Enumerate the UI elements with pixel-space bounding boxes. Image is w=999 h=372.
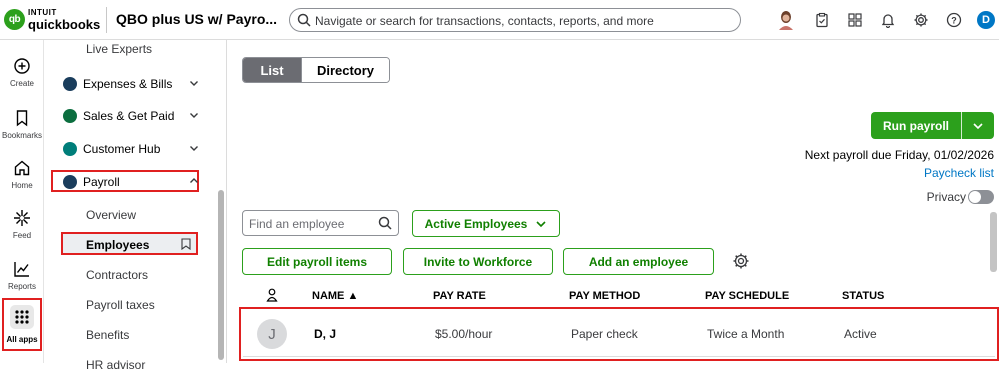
- nav-sales-get-paid[interactable]: Sales & Get Paid: [60, 106, 200, 126]
- person-icon: [266, 288, 278, 302]
- run-payroll-button[interactable]: Run payroll: [871, 112, 994, 139]
- nav-payroll-taxes[interactable]: Payroll taxes: [86, 298, 155, 312]
- side-nav: Live Experts Expenses & Bills Sales & Ge…: [45, 40, 227, 372]
- clipboard-icon[interactable]: [812, 10, 832, 30]
- employee-status: Active: [844, 327, 877, 341]
- main-content: List Directory Run payroll Next payroll …: [228, 40, 999, 363]
- run-payroll-dropdown[interactable]: [962, 112, 994, 139]
- customer-hub-icon: [63, 142, 77, 156]
- bookmark-icon[interactable]: [181, 238, 191, 250]
- employee-pay-rate: $5.00/hour: [435, 327, 493, 341]
- help-icon[interactable]: ?: [944, 10, 964, 30]
- privacy-label: Privacy: [926, 190, 966, 204]
- user-avatar[interactable]: D: [977, 11, 995, 29]
- company-name[interactable]: QBO plus US w/ Payro...: [116, 11, 277, 27]
- rail-reports-label: Reports: [7, 282, 36, 291]
- table-header: NAME ▲ PAY RATE PAY METHOD PAY SCHEDULE …: [242, 284, 996, 304]
- chevron-down-icon: [973, 122, 983, 129]
- sidenav-scrollbar[interactable]: [218, 190, 224, 360]
- tab-list[interactable]: List: [243, 58, 301, 82]
- search-icon: [297, 13, 311, 27]
- global-search[interactable]: Navigate or search for transactions, con…: [289, 8, 741, 32]
- find-employee-input[interactable]: Find an employee: [242, 210, 399, 236]
- quickbooks-logo[interactable]: qb INTUIT quickbooks: [4, 8, 108, 32]
- employee-pay-method: Paper check: [571, 327, 638, 341]
- dot-grid-icon: [15, 310, 29, 324]
- rail-bookmarks[interactable]: Bookmarks: [0, 108, 44, 140]
- employee-status-filter[interactable]: Active Employees: [412, 210, 560, 237]
- rail-home-label: Home: [11, 181, 33, 190]
- rail-all-apps-label: All apps: [6, 335, 38, 344]
- edit-payroll-items-button[interactable]: Edit payroll items: [242, 248, 392, 275]
- chevron-down-icon: [190, 146, 198, 151]
- paycheck-list-link[interactable]: Paycheck list: [924, 166, 994, 180]
- payroll-icon: [63, 175, 77, 189]
- find-employee-placeholder: Find an employee: [249, 217, 345, 231]
- gear-icon[interactable]: [911, 10, 931, 30]
- employee-row-highlight: J D, J $5.00/hour Paper check Twice a Mo…: [239, 307, 999, 361]
- employee-avatar: J: [257, 319, 287, 349]
- nav-employees[interactable]: Employees: [61, 232, 198, 255]
- nav-customer-hub[interactable]: Customer Hub: [60, 139, 200, 159]
- plus-circle-icon: [14, 58, 30, 74]
- nav-live-experts[interactable]: Live Experts: [86, 42, 152, 56]
- table-row[interactable]: J D, J $5.00/hour Paper check Twice a Mo…: [243, 311, 995, 357]
- rail-all-apps[interactable]: All apps: [2, 298, 42, 351]
- user-photo-icon[interactable]: [776, 10, 796, 30]
- employee-name[interactable]: D, J: [314, 327, 336, 341]
- gear-icon[interactable]: [732, 252, 750, 270]
- rail-feed-label: Feed: [12, 231, 32, 240]
- home-icon: [14, 160, 30, 176]
- next-payroll-due: Next payroll due Friday, 01/02/2026: [804, 148, 994, 162]
- chevron-down-icon: [536, 220, 546, 227]
- rail-feed[interactable]: Feed: [0, 208, 44, 240]
- apps-grid-icon[interactable]: [845, 10, 865, 30]
- col-pay-rate[interactable]: PAY RATE: [433, 290, 486, 302]
- expenses-icon: [63, 77, 77, 91]
- rail-create-label: Create: [9, 79, 34, 88]
- sales-icon: [63, 109, 77, 123]
- logo-line1: INTUIT: [28, 8, 57, 17]
- chevron-down-icon: [190, 81, 198, 86]
- employee-pay-schedule: Twice a Month: [707, 327, 785, 341]
- divider: [106, 7, 107, 33]
- nav-expenses-bills[interactable]: Expenses & Bills: [60, 74, 200, 94]
- nav-benefits[interactable]: Benefits: [86, 328, 129, 342]
- chart-line-icon: [14, 262, 29, 277]
- bookmark-icon: [16, 110, 28, 127]
- chevron-up-icon: [190, 178, 198, 183]
- svg-text:?: ?: [951, 16, 957, 26]
- col-pay-schedule[interactable]: PAY SCHEDULE: [705, 290, 789, 302]
- quickbooks-logo-mark: qb: [4, 9, 25, 30]
- col-pay-method[interactable]: PAY METHOD: [569, 290, 640, 302]
- search-placeholder: Navigate or search for transactions, con…: [315, 14, 654, 28]
- bell-icon[interactable]: [878, 10, 898, 30]
- logo-line2: quickbooks: [28, 17, 101, 32]
- nav-payroll[interactable]: Payroll: [60, 172, 200, 192]
- chevron-down-icon: [190, 113, 198, 118]
- rail-reports[interactable]: Reports: [0, 259, 44, 291]
- col-name[interactable]: NAME ▲: [312, 290, 358, 302]
- nav-overview[interactable]: Overview: [86, 208, 136, 222]
- col-status[interactable]: STATUS: [842, 290, 884, 302]
- invite-workforce-button[interactable]: Invite to Workforce: [403, 248, 553, 275]
- top-bar: qb INTUIT quickbooks QBO plus US w/ Payr…: [0, 0, 999, 40]
- nav-hr-advisor[interactable]: HR advisor: [86, 358, 145, 372]
- nav-contractors[interactable]: Contractors: [86, 268, 148, 282]
- tab-directory[interactable]: Directory: [301, 58, 389, 82]
- nav-employees-label: Employees: [86, 238, 150, 252]
- rail-create[interactable]: Create: [0, 56, 44, 88]
- privacy-toggle[interactable]: [968, 190, 994, 204]
- rail-bookmarks-label: Bookmarks: [1, 131, 42, 140]
- view-toggle: List Directory: [242, 57, 390, 83]
- add-employee-button[interactable]: Add an employee: [563, 248, 714, 275]
- search-icon: [378, 216, 392, 230]
- run-payroll-label[interactable]: Run payroll: [871, 112, 961, 139]
- left-rail: Create Bookmarks Home Feed Reports All a…: [0, 40, 44, 363]
- rail-home[interactable]: Home: [0, 158, 44, 190]
- main-scrollbar[interactable]: [990, 212, 997, 272]
- sparkle-icon: [14, 210, 30, 226]
